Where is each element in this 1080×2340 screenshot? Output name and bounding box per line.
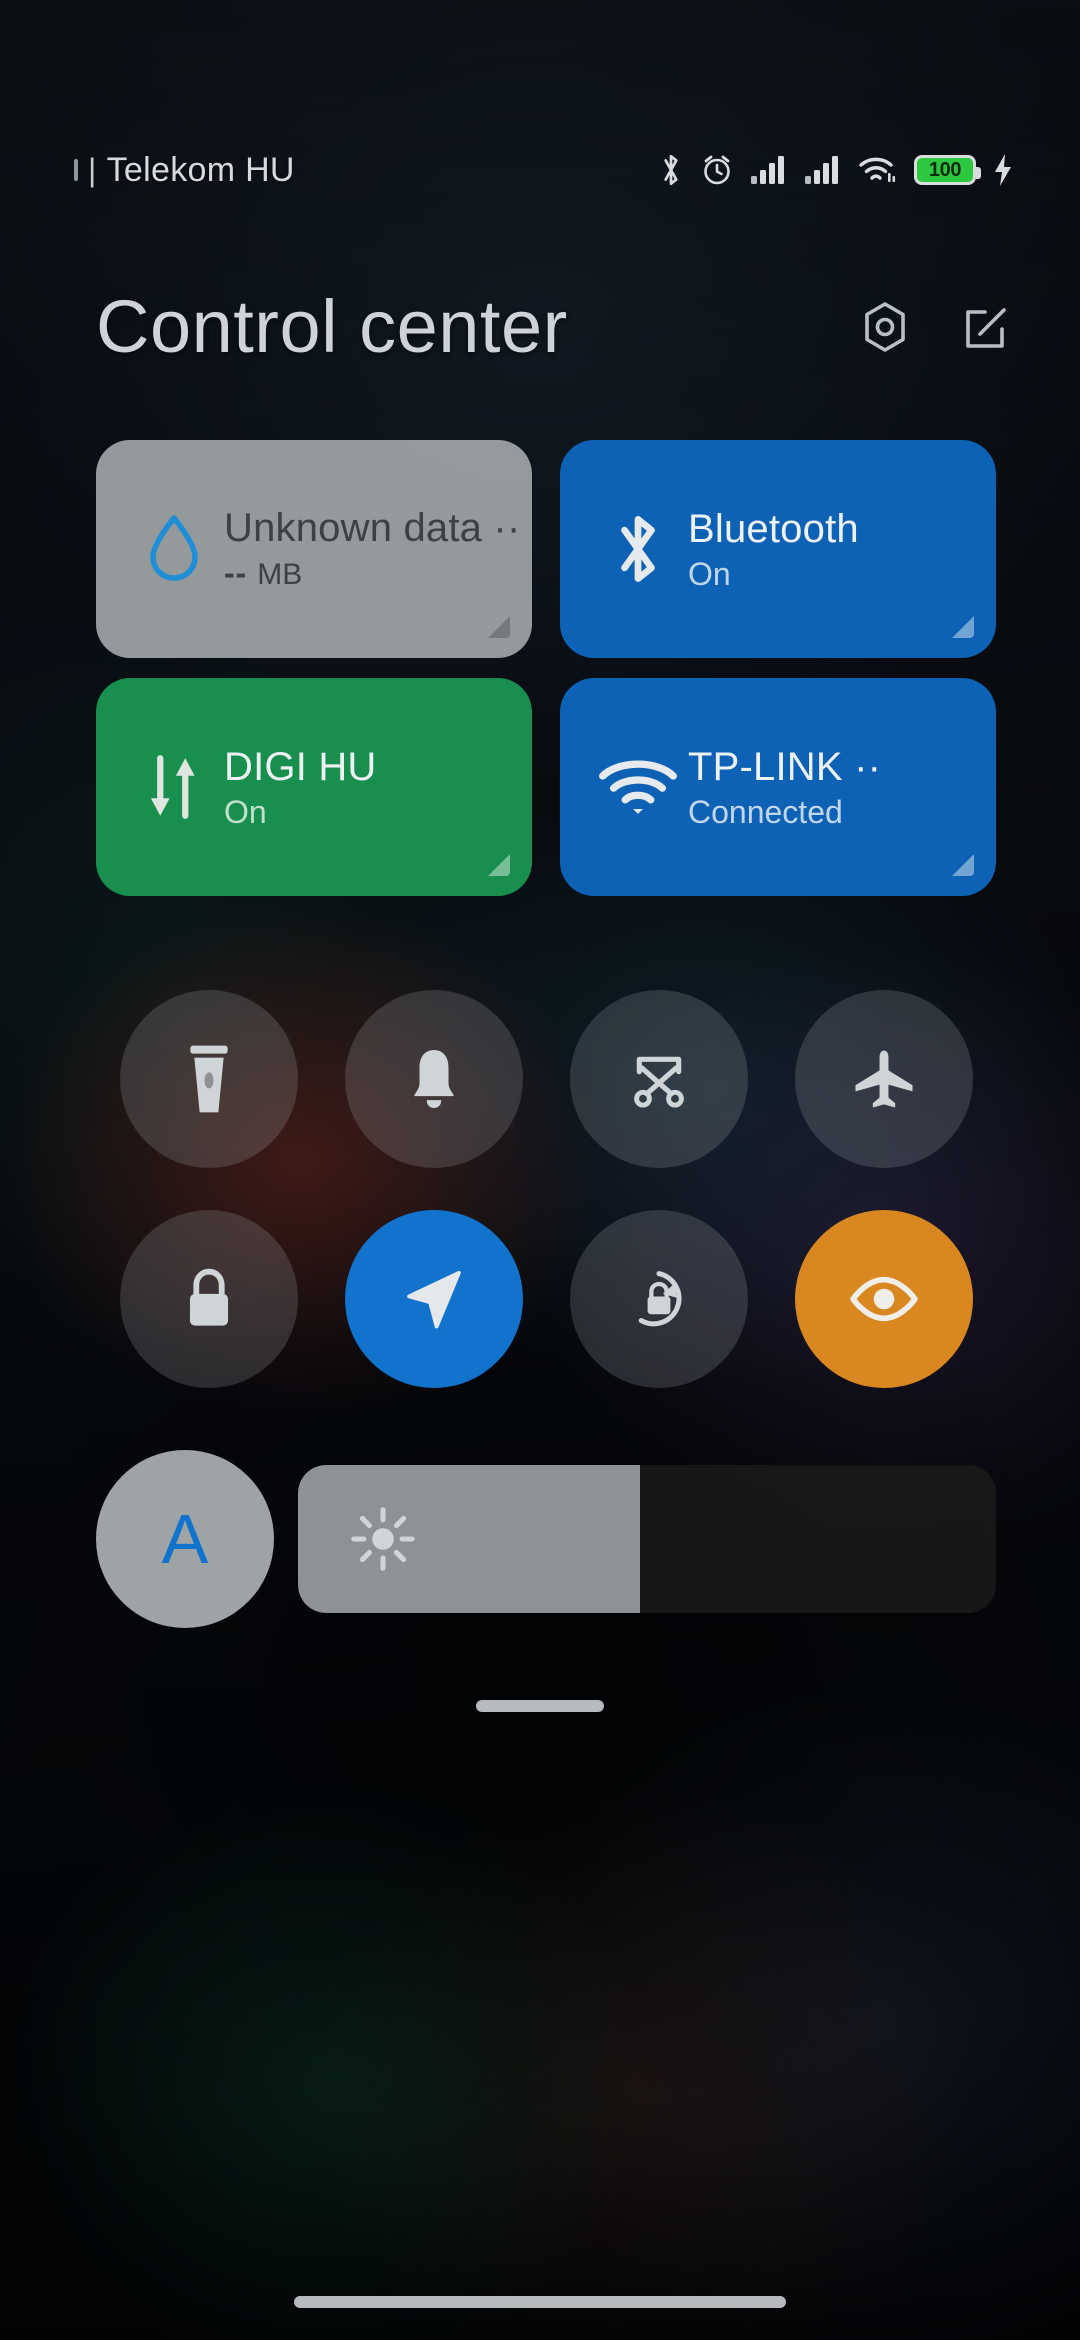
- tile-title: TP-LINK ··: [688, 744, 882, 789]
- sun-icon: [350, 1506, 416, 1572]
- toggle-location[interactable]: [344, 1210, 523, 1388]
- control-center-screen: | Telekom HU 100 Control center Unknown …: [0, 0, 1080, 2340]
- tile-mobile-data[interactable]: DIGI HU On: [96, 678, 532, 896]
- brightness-slider[interactable]: [298, 1465, 996, 1613]
- toggle-grid: [96, 990, 996, 1388]
- hexagon-settings-icon[interactable]: [858, 300, 912, 354]
- eye-icon: [848, 1273, 920, 1325]
- water-drop-icon: [130, 512, 218, 586]
- tile-subtitle: On: [688, 555, 731, 592]
- sim-indicator-icon: [74, 159, 78, 181]
- tile-wifi[interactable]: TP-LINK ·· Connected: [560, 678, 996, 896]
- rotate-lock-icon: [626, 1266, 692, 1332]
- toggle-reading-mode[interactable]: [794, 1210, 973, 1388]
- expand-corner-icon[interactable]: [952, 616, 974, 638]
- bell-icon: [405, 1046, 463, 1112]
- toggle-lock-screen[interactable]: [119, 1210, 298, 1388]
- header-actions: [858, 300, 1014, 354]
- status-bar: | Telekom HU 100: [0, 138, 1080, 202]
- lock-icon: [181, 1266, 237, 1332]
- battery-percent: 100: [928, 159, 962, 181]
- data-unit: MB: [257, 558, 303, 592]
- airplane-icon: [851, 1048, 917, 1110]
- signal-sim1-icon: [750, 155, 788, 185]
- toggle-ringer[interactable]: [344, 990, 523, 1168]
- tile-title: DIGI HU: [224, 744, 377, 789]
- toggle-airplane-mode[interactable]: [794, 990, 973, 1168]
- tile-text-block: Unknown data ·· -- MB: [218, 505, 520, 593]
- tile-title: Bluetooth: [688, 506, 859, 551]
- brightness-row: A: [96, 1450, 996, 1628]
- control-center-header: Control center: [0, 290, 1080, 364]
- tile-text-block: TP-LINK ·· Connected: [682, 744, 881, 831]
- expand-corner-icon[interactable]: [488, 616, 510, 638]
- auto-brightness-button[interactable]: A: [96, 1450, 274, 1628]
- status-bar-icons: 100: [658, 151, 1014, 189]
- wifi-icon: [858, 154, 898, 186]
- tile-title: Unknown data ··: [224, 506, 521, 551]
- auto-brightness-label: A: [161, 1500, 209, 1578]
- tile-text-block: Bluetooth On: [682, 506, 859, 593]
- location-arrow-icon: [400, 1265, 468, 1333]
- expand-corner-icon[interactable]: [952, 854, 974, 876]
- battery-icon: 100: [914, 155, 981, 185]
- carrier-separator: |: [88, 151, 97, 188]
- carrier-info: | Telekom HU: [74, 151, 295, 190]
- data-arrows-icon: [130, 752, 218, 822]
- data-value: --: [224, 555, 248, 592]
- expand-corner-icon[interactable]: [488, 854, 510, 876]
- toggle-screenshot[interactable]: [569, 990, 748, 1168]
- screenshot-icon: [627, 1047, 691, 1111]
- lightning-bolt-icon: [992, 153, 1014, 187]
- bluetooth-icon: [658, 151, 684, 189]
- wifi-icon: [594, 757, 682, 817]
- panel-drag-handle[interactable]: [476, 1700, 604, 1712]
- toggle-flashlight[interactable]: [119, 990, 298, 1168]
- tile-bluetooth[interactable]: Bluetooth On: [560, 440, 996, 658]
- bluetooth-icon: [594, 510, 682, 588]
- flashlight-icon: [182, 1043, 236, 1115]
- edit-pencil-icon[interactable]: [960, 300, 1014, 354]
- alarm-icon: [700, 153, 734, 187]
- quick-settings-tiles: Unknown data ·· -- MB Bluetooth On DIGI …: [96, 440, 996, 896]
- signal-sim2-icon: [804, 155, 842, 185]
- tile-subtitle: On: [224, 793, 267, 830]
- tile-subtitle: -- MB: [224, 555, 520, 593]
- tile-mobile-data-usage[interactable]: Unknown data ·· -- MB: [96, 440, 532, 658]
- tile-text-block: DIGI HU On: [218, 744, 377, 831]
- toggle-auto-rotate[interactable]: [569, 1210, 748, 1388]
- home-gesture-bar[interactable]: [294, 2296, 786, 2308]
- page-title: Control center: [96, 285, 568, 368]
- tile-subtitle: Connected: [688, 793, 843, 830]
- carrier-name: Telekom HU: [106, 150, 295, 189]
